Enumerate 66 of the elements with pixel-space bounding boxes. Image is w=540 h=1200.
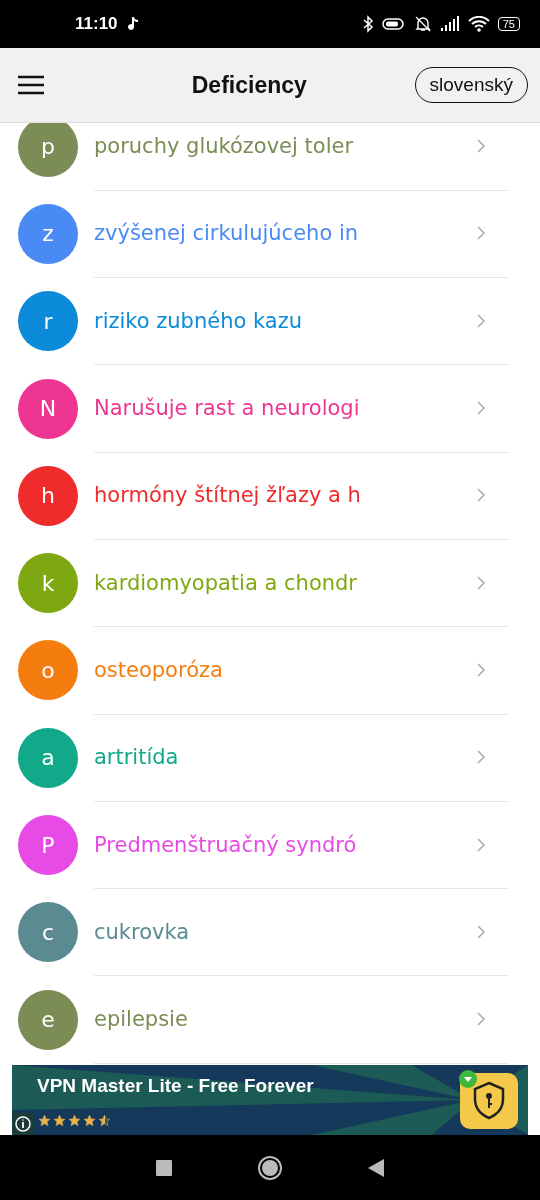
item-label: kardiomyopatia a chondr <box>94 570 358 595</box>
item-label: epilepsie <box>94 1007 189 1032</box>
list-item[interactable]: k kardiomyopatia a chondr <box>0 539 540 627</box>
home-icon[interactable] <box>257 1154 283 1181</box>
list-item[interactable]: o osteoporóza <box>0 626 540 715</box>
back-icon[interactable] <box>368 1158 384 1177</box>
music-note-icon <box>125 16 140 32</box>
star-icon <box>53 1114 66 1127</box>
chevron-icon <box>476 226 486 241</box>
star-icon <box>98 1114 111 1127</box>
list-item[interactable]: a artritída <box>0 714 540 802</box>
chevron-icon <box>476 488 486 503</box>
list-item[interactable]: h hormóny štítnej žľazy a h <box>0 452 540 540</box>
item-label: cukrovka <box>94 919 191 944</box>
item-label: poruchy glukózovej toler <box>94 134 354 159</box>
chevron-icon <box>476 750 486 765</box>
letter-avatar: z <box>18 203 78 264</box>
letter-avatar: o <box>18 640 78 701</box>
star-icon <box>83 1114 96 1127</box>
letter-avatar: N <box>18 378 78 439</box>
item-label: hormóny štítnej žľazy a h <box>94 483 362 508</box>
letter-avatar: a <box>18 727 78 788</box>
item-label: osteoporóza <box>94 657 224 682</box>
list-item[interactable]: p poruchy glukózovej toler <box>0 123 540 191</box>
chevron-icon <box>476 924 486 939</box>
item-label: artritída <box>94 745 180 770</box>
shield-key-icon <box>458 1069 520 1131</box>
chevron-icon <box>476 575 486 590</box>
signal-icon <box>439 16 460 32</box>
list-item[interactable]: z zvýšenej cirkulujúceho in <box>0 190 540 278</box>
item-label: riziko zubného kazu <box>94 308 303 333</box>
chevron-icon <box>476 401 486 416</box>
list-item[interactable]: c cukrovka <box>0 888 540 976</box>
battery-level: 75 <box>497 17 520 31</box>
letter-avatar: k <box>18 553 78 614</box>
letter-avatar: e <box>18 989 78 1050</box>
ad-title: VPN Master Lite - Free Forever <box>37 1075 314 1097</box>
page-title: Deficiency <box>190 71 308 99</box>
item-label: Narušuje rast a neurologi <box>94 396 361 421</box>
recents-icon[interactable] <box>156 1159 172 1176</box>
list-item[interactable]: P Predmenštruačný syndró <box>0 801 540 889</box>
letter-avatar: p <box>18 123 78 177</box>
menu-icon[interactable] <box>18 75 44 95</box>
status-time: 11:10 <box>75 14 118 34</box>
chevron-icon <box>476 313 486 328</box>
info-icon[interactable] <box>12 1113 34 1135</box>
list-item[interactable]: e epilepsie <box>0 975 540 1064</box>
ad-banner[interactable]: VPN Master Lite - Free Forever <box>12 1065 528 1135</box>
muted-bell-icon <box>413 15 432 33</box>
chevron-icon <box>476 662 486 677</box>
chevron-icon <box>476 1012 486 1027</box>
chevron-icon <box>476 139 486 154</box>
item-label: zvýšenej cirkulujúceho in <box>94 221 360 246</box>
list-item[interactable]: N Narušuje rast a neurologi <box>0 364 540 453</box>
letter-avatar: c <box>18 902 78 963</box>
wifi-icon <box>467 16 490 32</box>
star-icon <box>68 1114 81 1127</box>
list-item[interactable]: r riziko zubného kazu <box>0 277 540 365</box>
battery-saver-icon <box>381 17 406 31</box>
bluetooth-icon <box>361 15 374 33</box>
item-label: Predmenštruačný syndró <box>94 832 358 857</box>
letter-avatar: P <box>18 815 78 875</box>
star-icon <box>38 1114 51 1127</box>
letter-avatar: h <box>18 465 78 526</box>
letter-avatar: r <box>18 291 78 352</box>
chevron-icon <box>476 837 486 852</box>
